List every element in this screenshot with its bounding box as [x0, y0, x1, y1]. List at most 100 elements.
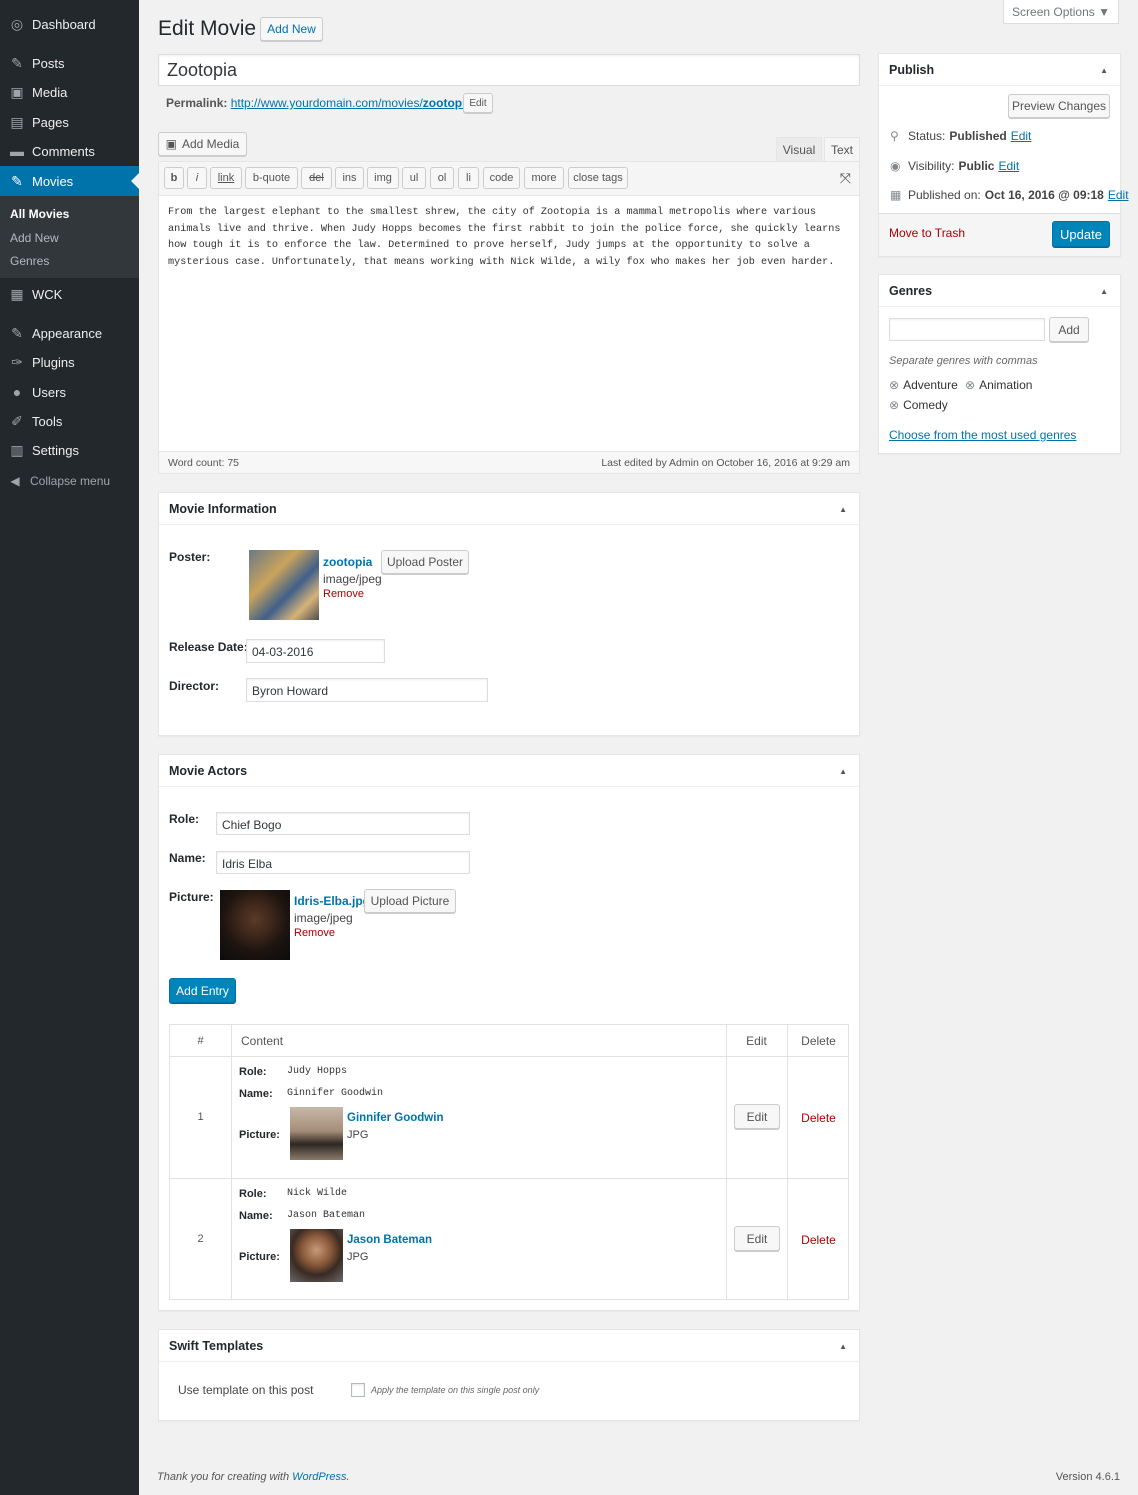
sidebar-item-label: WCK: [32, 286, 63, 302]
toggle-arrow-icon[interactable]: ▲: [839, 505, 847, 514]
toggle-arrow-icon[interactable]: ▲: [839, 767, 847, 776]
add-media-button[interactable]: ▣ Add Media: [158, 132, 247, 156]
toggle-arrow-icon[interactable]: ▲: [1100, 66, 1108, 75]
wck-icon: ▦: [10, 285, 24, 302]
sidebar-item-wck[interactable]: ▦ WCK: [0, 279, 139, 309]
qt-bold[interactable]: b: [164, 167, 184, 189]
upload-poster-button[interactable]: Upload Poster: [381, 550, 469, 574]
add-entry-button[interactable]: Add Entry: [169, 978, 236, 1003]
row-picture-name[interactable]: Ginnifer Goodwin: [347, 1112, 443, 1124]
pages-icon: ▤: [10, 113, 24, 130]
remove-tag-icon[interactable]: ⊗: [889, 398, 899, 412]
qt-ins[interactable]: ins: [335, 167, 364, 189]
row-delete-link[interactable]: Delete: [787, 1233, 850, 1247]
row-delete-link[interactable]: Delete: [787, 1111, 850, 1125]
visibility-edit-link[interactable]: Edit: [998, 159, 1019, 173]
media-icon: ▣: [165, 137, 177, 151]
jason-bateman-thumbnail: [290, 1229, 343, 1282]
sidebar-item-label: Comments: [32, 143, 95, 159]
sidebar-item-pages[interactable]: ▤ Pages: [0, 107, 139, 137]
qt-link[interactable]: link: [210, 167, 242, 189]
toggle-arrow-icon[interactable]: ▲: [1100, 287, 1108, 296]
swift-templates-title: Swift Templates: [169, 1339, 264, 1353]
upload-picture-button[interactable]: Upload Picture: [364, 889, 456, 913]
row-picture-name[interactable]: Jason Bateman: [347, 1234, 432, 1246]
qt-more[interactable]: more: [524, 167, 564, 189]
qt-li[interactable]: li: [458, 167, 479, 189]
new-genre-input[interactable]: [889, 318, 1045, 341]
permalink-link[interactable]: http://www.yourdomain.com/movies/zootopi…: [231, 96, 476, 110]
preview-changes-button[interactable]: Preview Changes: [1008, 94, 1110, 118]
genres-header[interactable]: Genres ▲: [879, 275, 1120, 307]
picture-label: Picture:: [169, 890, 214, 904]
permalink-edit-button[interactable]: Edit: [463, 93, 493, 113]
sidebar-item-settings[interactable]: ▥ Settings: [0, 435, 139, 465]
choose-most-used-genres-link[interactable]: Choose from the most used genres: [889, 428, 1076, 442]
qt-ul[interactable]: ul: [402, 167, 426, 189]
add-genre-button[interactable]: Add: [1049, 317, 1089, 342]
apply-template-checkbox[interactable]: [351, 1383, 365, 1397]
fullscreen-icon[interactable]: ⤧: [840, 170, 851, 187]
qt-ol[interactable]: ol: [430, 167, 454, 189]
sidebar-item-label: Dashboard: [32, 16, 96, 32]
admin-sidebar: ◎ Dashboard ✎ Posts ▣ Media ▤ Pages ▬ Comments ✎ Mo…: [0, 0, 139, 1495]
status-edit-link[interactable]: Edit: [1011, 129, 1032, 143]
sidebar-item-plugins[interactable]: ✑ Plugins: [0, 347, 139, 377]
sidebar-item-dashboard[interactable]: ◎ Dashboard: [0, 9, 139, 39]
sidebar-item-posts[interactable]: ✎ Posts: [0, 48, 139, 78]
tab-text[interactable]: Text: [824, 137, 860, 162]
sidebar-item-label: Posts: [32, 55, 65, 71]
movie-information-header[interactable]: Movie Information ▲: [159, 493, 859, 525]
sidebar-item-users[interactable]: ● Users: [0, 377, 139, 407]
name-input[interactable]: Idris Elba: [216, 851, 470, 874]
submenu-all-movies[interactable]: All Movies: [10, 207, 69, 221]
sidebar-item-appearance[interactable]: ✎ Appearance: [0, 318, 139, 348]
sidebar-item-comments[interactable]: ▬ Comments: [0, 136, 139, 166]
qt-bquote[interactable]: b-quote: [245, 167, 298, 189]
poster-remove-link[interactable]: Remove: [323, 588, 364, 600]
screen-options-tab[interactable]: Screen Options ▼: [1003, 0, 1119, 24]
editor-textarea[interactable]: From the largest elephant to the smalles…: [168, 205, 856, 271]
publish-header[interactable]: Publish ▲: [879, 54, 1120, 86]
director-input[interactable]: Byron Howard: [246, 678, 488, 702]
published-on-row: ▦ Published on: Oct 16, 2016 @ 09:18 Edi…: [890, 188, 1129, 202]
remove-tag-icon[interactable]: ⊗: [965, 378, 975, 392]
picture-filename[interactable]: Idris-Elba.jpg: [294, 894, 370, 908]
update-button[interactable]: Update: [1052, 221, 1110, 247]
published-edit-link[interactable]: Edit: [1108, 188, 1129, 202]
sidebar-item-media[interactable]: ▣ Media: [0, 77, 139, 107]
sidebar-item-movies[interactable]: ✎ Movies: [0, 166, 139, 196]
qt-close-tags[interactable]: close tags: [568, 167, 628, 189]
wordpress-link[interactable]: WordPress: [292, 1471, 346, 1483]
row-edit-button[interactable]: Edit: [734, 1226, 780, 1251]
qt-img[interactable]: img: [367, 167, 399, 189]
row-name-value: Jason Bateman: [287, 1210, 366, 1221]
row-edit-button[interactable]: Edit: [734, 1104, 780, 1129]
remove-tag-icon[interactable]: ⊗: [889, 378, 899, 392]
actors-table: # Content Edit Delete 1 Role: Judy Hopps…: [169, 1024, 849, 1300]
table-header-number: #: [197, 1035, 204, 1047]
poster-filename[interactable]: zootopia: [323, 555, 372, 569]
qt-italic[interactable]: i: [187, 167, 207, 189]
sidebar-item-tools[interactable]: ✐ Tools: [0, 406, 139, 436]
movie-actors-header[interactable]: Movie Actors ▲: [159, 755, 859, 787]
toggle-arrow-icon[interactable]: ▲: [839, 1342, 847, 1351]
move-to-trash-link[interactable]: Move to Trash: [889, 226, 965, 240]
tab-visual[interactable]: Visual: [776, 137, 822, 162]
swift-templates-box: Swift Templates ▲: [158, 1329, 860, 1421]
submenu-add-new[interactable]: Add New: [10, 231, 59, 245]
picture-remove-link[interactable]: Remove: [294, 927, 335, 939]
permalink-row: Permalink: http://www.yourdomain.com/mov…: [166, 96, 475, 110]
post-title-input[interactable]: Zootopia: [158, 54, 860, 86]
qt-code[interactable]: code: [483, 167, 520, 189]
collapse-menu-button[interactable]: ◀ Collapse menu: [0, 472, 139, 490]
row-picture-label: Picture:: [239, 1251, 280, 1263]
sidebar-item-label: Appearance: [32, 325, 103, 341]
submenu-genres[interactable]: Genres: [10, 254, 49, 268]
qt-del[interactable]: del: [301, 167, 332, 189]
release-date-input[interactable]: 04-03-2016: [246, 639, 385, 663]
add-new-button[interactable]: Add New: [260, 17, 323, 41]
settings-icon: ▥: [10, 441, 24, 458]
role-input[interactable]: Chief Bogo: [216, 812, 470, 835]
swift-templates-header[interactable]: Swift Templates ▲: [159, 1330, 859, 1362]
